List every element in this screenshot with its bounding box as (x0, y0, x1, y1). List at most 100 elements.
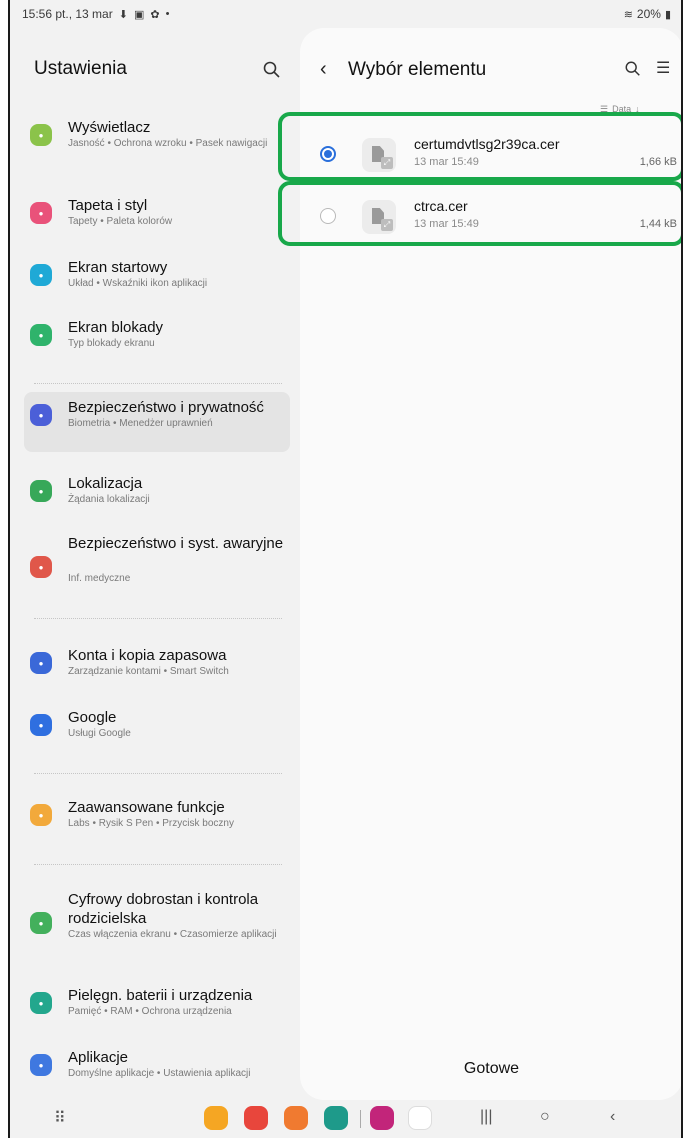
settings-item-subtitle: Domyślne aplikacje • Ustawienia aplikacj… (68, 1068, 251, 1079)
settings-item[interactable]: ● Wyświetlacz Jasność • Ochrona wzroku • P… (24, 112, 290, 169)
settings-item[interactable]: ● Cyfrowy dobrostan i kontrola rodziciels… (24, 884, 290, 960)
sort-direction-icon: ↓ (635, 104, 640, 114)
notes-app-icon[interactable] (244, 1106, 268, 1130)
settings-item[interactable]: ● Konta i kopia zapasowa Zarządzanie konta… (24, 640, 290, 685)
location-icon: ● (30, 480, 52, 502)
file-row[interactable]: ⤢ ctrca.cer 13 mar 15:49 1,44 kB (300, 186, 681, 246)
settings-item-subtitle: Tapety • Paleta kolorów (68, 216, 173, 227)
more-options-icon[interactable]: ☰ (656, 58, 670, 78)
navigation-bar: ⠿ ||| ○ ‹ (10, 1100, 681, 1138)
google-icon: ● (30, 714, 52, 736)
settings-item-subtitle: Biometria • Menedżer uprawnień (68, 418, 213, 429)
settings-item-title: Aplikacje (68, 1049, 129, 1066)
settings-item-title: Wyświetlacz (68, 119, 151, 136)
google-app-icon[interactable] (408, 1106, 432, 1130)
shield-icon: ● (30, 404, 52, 426)
home-button-icon[interactable]: ○ (540, 1108, 550, 1126)
file-date: 13 mar 15:49 (414, 156, 479, 168)
more-dot-icon: • (165, 8, 170, 20)
settings-item-subtitle: Zarządzanie kontami • Smart Switch (68, 666, 229, 677)
settings-item-title: Ekran startowy (68, 259, 168, 276)
file-badge-icon: ⤢ (381, 219, 393, 231)
certificate-file-icon: ⤢ (362, 200, 396, 234)
recent-apps-icon[interactable]: ||| (480, 1108, 492, 1126)
settings-item[interactable]: ● Ekran startowy Układ • Wskaźniki ikon ap… (24, 252, 290, 297)
section-divider (34, 618, 282, 619)
sort-lines-icon: ☰ (600, 104, 609, 114)
settings-header: Ustawienia (10, 28, 298, 108)
settings-item-title: Tapeta i styl (68, 197, 148, 214)
settings-item[interactable]: ● Bezpieczeństwo i syst. awaryjne Inf. med… (24, 528, 290, 592)
settings-item[interactable]: ● Bezpieczeństwo i prywatność Biometria • … (24, 392, 290, 452)
battery-icon: ▮ (664, 8, 671, 21)
status-time: 15:56 pt., 13 mar (22, 7, 113, 21)
file-size: 1,66 kB (639, 156, 677, 168)
settings-item[interactable]: ● Lokalizacja Żądania lokalizacji (24, 468, 290, 513)
sun-icon: ● (30, 124, 52, 146)
home-icon: ● (30, 264, 52, 286)
contacts-app-icon[interactable] (284, 1106, 308, 1130)
settings-item-subtitle: Czas włączenia ekranu • Czasomierze apli… (68, 929, 277, 940)
settings-item[interactable]: ● Pielęgn. baterii i urządzenia Pamięć • R… (24, 980, 290, 1025)
search-icon[interactable] (262, 60, 282, 80)
settings-item[interactable]: ● Google Usługi Google (24, 702, 290, 747)
settings-item-subtitle: Typ blokady ekranu (68, 338, 155, 349)
battery-level: 20% (636, 7, 661, 21)
settings-item[interactable]: ● Ekran blokady Typ blokady ekranu (24, 312, 290, 357)
status-bar: 15:56 pt., 13 mar ⬇ ▣ ✿ • ≋ 20% ▮ (10, 0, 681, 28)
settings-item-subtitle: Pamięć • RAM • Ochrona urządzenia (68, 1006, 232, 1017)
sort-label: Data (612, 104, 632, 114)
file-row[interactable]: ⤢ certumdvtlsg2r39ca.cer 13 mar 15:49 1,66 … (300, 124, 681, 184)
section-divider (34, 864, 282, 865)
settings-item-title: Google (68, 709, 117, 726)
back-arrow-icon[interactable]: ‹ (320, 58, 327, 81)
wellbeing-icon: ● (30, 912, 52, 934)
apps-icon: ● (30, 1054, 52, 1076)
settings-item[interactable]: ● Aplikacje Domyślne aplikacje • Ustawieni… (24, 1042, 290, 1099)
settings-item-subtitle: Żądania lokalizacji (68, 494, 150, 505)
settings-title: Ustawienia (34, 58, 127, 79)
section-divider (34, 773, 282, 774)
settings-item-title: Bezpieczeństwo i prywatność (68, 399, 264, 416)
wallpaper-icon: ● (30, 202, 52, 224)
calendar-app-icon[interactable] (324, 1106, 348, 1130)
app-drawer-icon[interactable]: ⠿ (54, 1108, 66, 1128)
file-radio-button[interactable] (320, 146, 336, 162)
settings-gear-icon: ✿ (150, 8, 160, 21)
done-button[interactable]: Gotowe (300, 1060, 681, 1078)
settings-item[interactable]: ● Zaawansowane funkcje Labs • Rysik S Pen … (24, 792, 290, 837)
settings-item-title: Lokalizacja (68, 475, 143, 492)
settings-item-subtitle: Usługi Google (68, 728, 131, 739)
gallery-icon: ▣ (133, 8, 145, 21)
battery-care-icon: ● (30, 992, 52, 1014)
file-radio-button[interactable] (320, 208, 336, 224)
settings-item-title: Bezpieczeństwo i syst. awaryjne (68, 535, 284, 552)
settings-item-title: Ekran blokady (68, 319, 164, 336)
device-screen: 15:56 pt., 13 mar ⬇ ▣ ✿ • ≋ 20% ▮ Ustawi… (8, 0, 683, 1138)
back-button-icon[interactable]: ‹ (610, 1108, 615, 1126)
dock-divider (360, 1110, 361, 1128)
settings-item-title: Pielęgn. baterii i urządzenia (68, 987, 253, 1004)
section-divider (34, 383, 282, 384)
settings-item-subtitle: Jasność • Ochrona wzroku • Pasek nawigac… (68, 138, 268, 149)
lock-icon: ● (30, 324, 52, 346)
files-app-icon[interactable] (204, 1106, 228, 1130)
picker-title: Wybór elementu (348, 59, 487, 80)
file-badge-icon: ⤢ (381, 157, 393, 169)
file-date: 13 mar 15:49 (414, 218, 479, 230)
settings-item-subtitle: Układ • Wskaźniki ikon aplikacji (68, 278, 208, 289)
settings-item-subtitle: Labs • Rysik S Pen • Przycisk boczny (68, 818, 234, 829)
advanced-features-icon: ● (30, 804, 52, 826)
settings-item[interactable]: ● Tapeta i styl Tapety • Paleta kolorów (24, 190, 290, 235)
settings-panel: Ustawienia ● Wyświetlacz Jasność • Ochrona… (10, 28, 298, 1098)
certificate-file-icon: ⤢ (362, 138, 396, 172)
settings-item-subtitle: Inf. medyczne (68, 573, 131, 584)
galaxy-store-icon[interactable] (370, 1106, 394, 1130)
search-icon[interactable] (624, 60, 642, 78)
download-icon: ⬇ (118, 8, 128, 21)
settings-item-title: Konta i kopia zapasowa (68, 647, 227, 664)
file-size: 1,44 kB (639, 218, 677, 230)
emergency-icon: ● (30, 556, 52, 578)
sort-control[interactable]: ☰ Data ↓ (600, 104, 640, 115)
sync-icon: ● (30, 652, 52, 674)
